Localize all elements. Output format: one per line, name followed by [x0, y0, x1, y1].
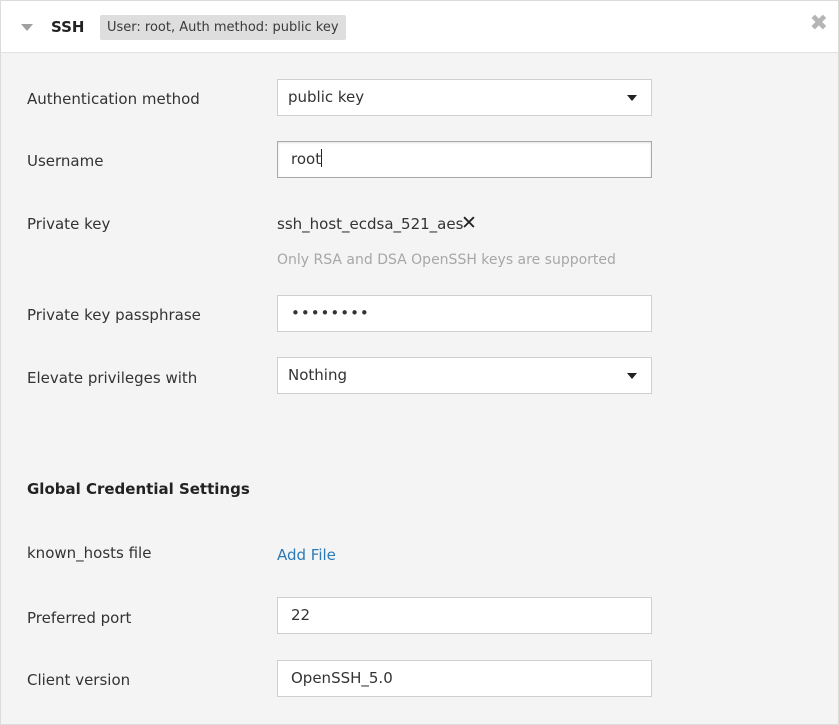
private-key-label: Private key — [27, 215, 111, 233]
client-version-label: Client version — [27, 671, 131, 689]
dropdown-arrow-icon — [627, 373, 637, 379]
elevate-select[interactable]: Nothing — [277, 357, 652, 394]
preferred-port-label: Preferred port — [27, 609, 132, 627]
private-key-filename: ssh_host_ecdsa_521_aes — [277, 215, 464, 233]
username-value: root — [291, 150, 322, 168]
close-icon[interactable]: ✖ — [810, 13, 828, 35]
elevate-value: Nothing — [288, 366, 347, 384]
dropdown-arrow-icon — [627, 95, 637, 101]
collapse-caret-icon[interactable] — [21, 24, 33, 31]
ssh-credentials-panel: SSH User: root, Auth method: public key … — [0, 0, 839, 725]
global-settings-heading: Global Credential Settings — [27, 480, 250, 498]
private-key-help: Only RSA and DSA OpenSSH keys are suppor… — [277, 252, 616, 268]
auth-method-select[interactable]: public key — [277, 79, 652, 116]
username-input[interactable]: root — [277, 141, 652, 178]
preferred-port-input[interactable]: 22 — [277, 597, 652, 634]
add-file-link[interactable]: Add File — [277, 546, 336, 564]
text-cursor — [321, 149, 323, 167]
passphrase-label: Private key passphrase — [27, 306, 201, 324]
panel-title: SSH — [51, 18, 85, 36]
username-label: Username — [27, 152, 104, 170]
auth-method-label: Authentication method — [27, 90, 200, 108]
known-hosts-label: known_hosts file — [27, 544, 152, 562]
passphrase-input[interactable]: •••••••• — [277, 295, 652, 332]
summary-badge: User: root, Auth method: public key — [100, 15, 346, 40]
auth-method-value: public key — [288, 88, 365, 106]
elevate-label: Elevate privileges with — [27, 369, 198, 387]
remove-key-icon[interactable]: ✕ — [461, 212, 477, 234]
preferred-port-value: 22 — [291, 606, 311, 624]
client-version-value: OpenSSH_5.0 — [291, 669, 393, 687]
passphrase-masked-value: •••••••• — [291, 304, 370, 322]
panel-header: SSH User: root, Auth method: public key … — [1, 1, 838, 53]
client-version-input[interactable]: OpenSSH_5.0 — [277, 660, 652, 697]
